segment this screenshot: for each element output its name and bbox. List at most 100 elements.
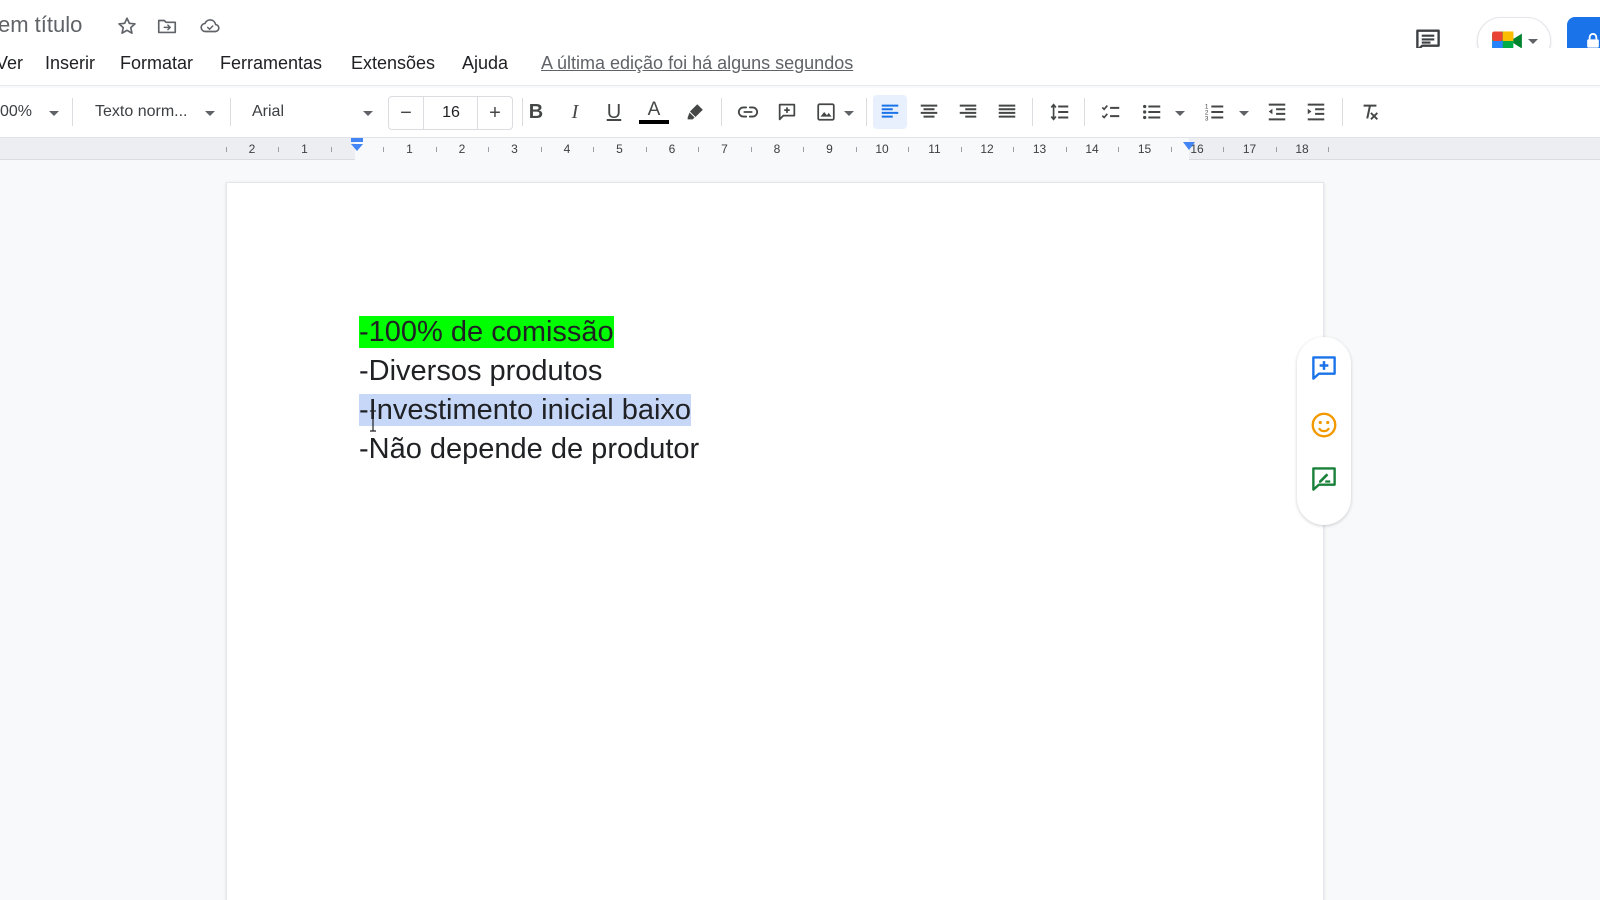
menu-extensoes[interactable]: Extensões: [351, 53, 435, 74]
zoom-select[interactable]: 00%: [0, 103, 32, 121]
decrease-indent-icon: [1268, 103, 1286, 121]
increase-font-size-button[interactable]: +: [477, 96, 513, 130]
ruler-tick-label: 14: [1085, 142, 1099, 156]
svg-text:3: 3: [1205, 115, 1209, 122]
link-icon: [737, 106, 759, 118]
toolbar-divider: [1342, 98, 1343, 126]
ruler-minor-tick: [855, 147, 857, 152]
chevron-down-icon[interactable]: [1173, 102, 1187, 124]
line-spacing-button[interactable]: [1043, 95, 1077, 129]
italic-button[interactable]: I: [558, 95, 592, 129]
insert-image-button[interactable]: [809, 95, 843, 129]
paragraph-style-select[interactable]: Texto norm...: [95, 103, 187, 121]
align-center-button[interactable]: [912, 95, 946, 129]
ruler-tick-label: 11: [928, 142, 941, 156]
underline-icon: U: [606, 100, 622, 123]
ruler-minor-tick: [278, 147, 280, 152]
last-edit-link[interactable]: A última edição foi há alguns segundos: [541, 53, 853, 74]
menu-ajuda[interactable]: Ajuda: [462, 53, 508, 74]
line-spacing-icon: [1050, 103, 1069, 121]
document-title[interactable]: em título: [0, 12, 82, 38]
plus-icon: +: [489, 101, 501, 124]
bulleted-list-button[interactable]: [1135, 95, 1169, 129]
insert-link-button[interactable]: [731, 95, 765, 129]
ruler-minor-tick: [435, 147, 437, 152]
ruler-minor-tick: [225, 147, 227, 152]
ruler-minor-tick: [645, 147, 647, 152]
move-folder-icon[interactable]: [155, 14, 179, 38]
toolbar-divider: [1032, 98, 1033, 126]
chevron-down-icon[interactable]: [842, 102, 856, 124]
ruler-minor-tick: [803, 147, 805, 152]
toolbar-divider: [866, 98, 867, 126]
justify-button[interactable]: [990, 95, 1024, 129]
menu-formatar[interactable]: Formatar: [120, 53, 193, 74]
ruler-tick-label: 18: [1295, 142, 1309, 156]
document-line[interactable]: -Não depende de produtor: [359, 431, 699, 467]
chevron-down-icon[interactable]: [203, 102, 217, 124]
ruler-minor-tick: [698, 147, 700, 152]
menu-inserir[interactable]: Inserir: [45, 53, 95, 74]
italic-icon: I: [571, 100, 579, 123]
decrease-font-size-button[interactable]: −: [388, 96, 424, 130]
ruler-minor-tick: [1170, 147, 1172, 152]
chevron-down-icon[interactable]: [1237, 102, 1251, 124]
bold-button[interactable]: B: [519, 95, 553, 129]
selected-text[interactable]: -Investimento inicial baixo: [359, 394, 692, 426]
highlight-color-button[interactable]: [678, 95, 712, 129]
add-comment-button[interactable]: [770, 95, 804, 129]
document-line[interactable]: -Investimento inicial baixo: [359, 392, 692, 428]
align-right-icon: [959, 104, 977, 118]
document-line[interactable]: -100% de comissão: [359, 314, 614, 350]
add-comment-side-button[interactable]: [1307, 351, 1341, 385]
side-action-panel: [1297, 337, 1351, 525]
star-icon[interactable]: [115, 14, 139, 38]
emoji-icon: [1311, 412, 1337, 438]
right-indent-marker[interactable]: [1182, 138, 1196, 152]
align-right-button[interactable]: [951, 95, 985, 129]
highlighter-icon: [687, 104, 703, 120]
underline-button[interactable]: U: [597, 95, 631, 129]
ruler-tick-label: 2: [248, 142, 256, 156]
ruler-tick-label: 13: [1032, 142, 1047, 156]
numbered-list-button[interactable]: 123: [1198, 95, 1232, 129]
clear-formatting-button[interactable]: [1353, 95, 1387, 129]
ruler-tick-label: 4: [563, 142, 571, 156]
menu-bar: Ver Inserir Formatar Ferramentas Extensõ…: [0, 48, 1600, 86]
ruler-tick-label: 17: [1242, 142, 1257, 156]
suggest-edits-button[interactable]: [1307, 462, 1341, 496]
menu-ferramentas[interactable]: Ferramentas: [220, 53, 322, 74]
ruler-minor-tick: [1118, 147, 1120, 152]
chevron-down-icon[interactable]: [47, 102, 61, 124]
ruler-tick-label: 8: [773, 142, 781, 156]
text-color-button[interactable]: A: [637, 95, 671, 129]
highlighted-text[interactable]: -100% de comissão: [359, 316, 614, 348]
toolbar-divider: [230, 98, 231, 126]
increase-indent-button[interactable]: [1299, 95, 1333, 129]
align-left-button[interactable]: [873, 95, 907, 129]
toolbar: 00% Texto norm... Arial − 16 + B I U A 1…: [0, 88, 1600, 138]
ruler-minor-tick: [908, 147, 910, 152]
ruler-tick-label: 7: [721, 142, 728, 156]
cloud-saved-icon[interactable]: [198, 14, 222, 38]
ruler-tick-label: 10: [875, 142, 889, 156]
ruler[interactable]: 2 1 1 2 3 4 5 6 7 8 9 10 11 12 13 14 15 16 17 18: [0, 138, 1600, 160]
document-line[interactable]: -Diversos produtos: [359, 353, 602, 389]
font-size-input[interactable]: 16: [424, 96, 478, 130]
ruler-minor-tick: [750, 147, 752, 152]
checklist-button[interactable]: [1094, 95, 1128, 129]
ruler-tick-label: 6: [668, 142, 676, 156]
ruler-tick-label: 15: [1137, 142, 1152, 156]
menu-ver[interactable]: Ver: [0, 53, 23, 74]
add-comment-icon: [1312, 356, 1336, 380]
decrease-indent-button[interactable]: [1260, 95, 1294, 129]
chevron-down-icon[interactable]: [361, 102, 375, 124]
left-indent-marker[interactable]: [350, 138, 364, 152]
document-page[interactable]: -100% de comissão -Diversos produtos -In…: [226, 182, 1324, 900]
text-color-icon: A: [647, 99, 661, 120]
ruler-tick-label: 12: [980, 142, 994, 156]
minus-icon: −: [400, 101, 412, 124]
add-emoji-reaction-button[interactable]: [1307, 408, 1341, 442]
ruler-tick-label: 1: [301, 142, 308, 156]
font-family-select[interactable]: Arial: [252, 103, 284, 121]
